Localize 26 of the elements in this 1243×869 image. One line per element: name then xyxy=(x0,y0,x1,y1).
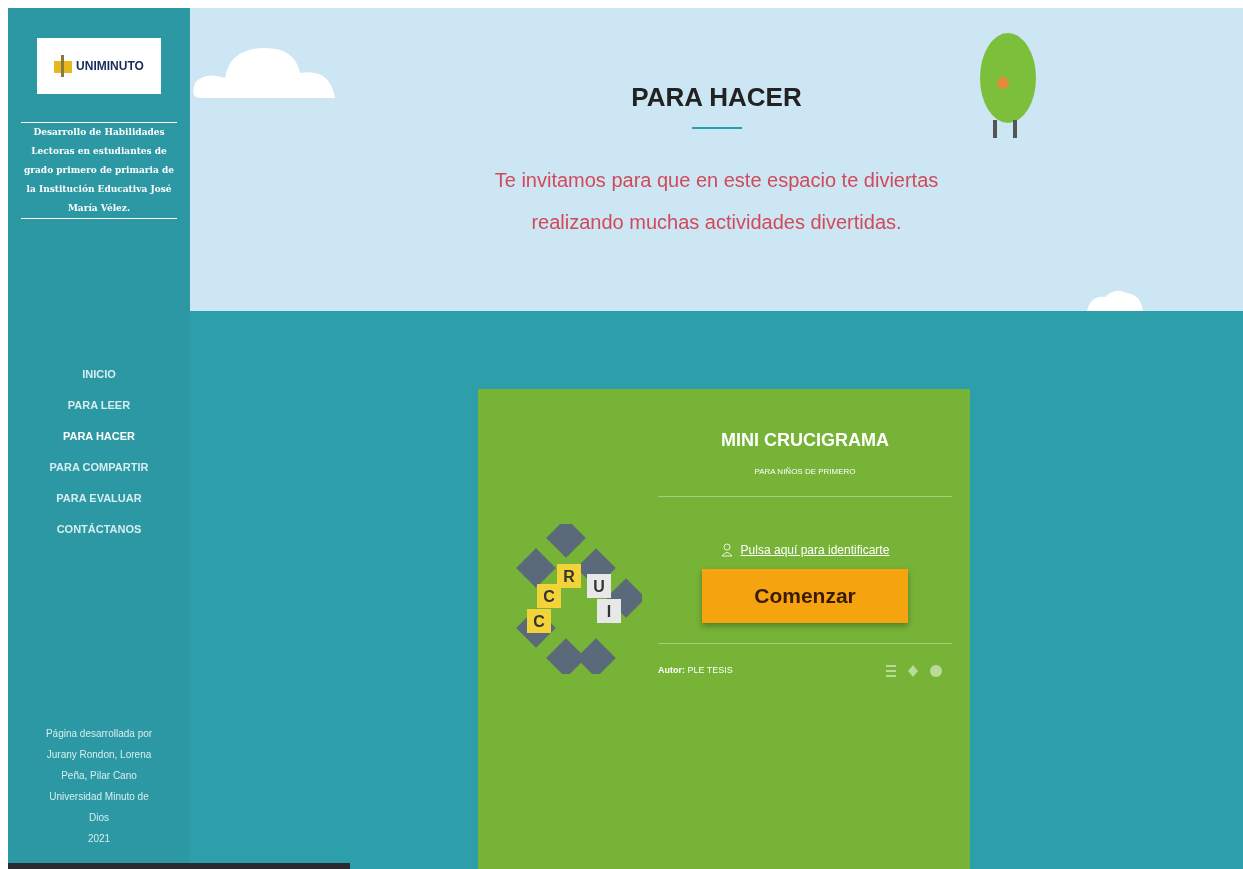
diamond-icon[interactable] xyxy=(908,664,918,677)
list-icon[interactable] xyxy=(886,664,896,677)
logo-text: UNIMINUTO xyxy=(76,58,144,75)
page-subtitle: Te invitamos para que en este espacio te diviertas realizando muchas actividades divertidas. xyxy=(493,168,940,235)
credits-text: Peña, Pilar Cano xyxy=(61,769,137,783)
nav-link[interactable]: PARA LEER xyxy=(67,395,131,416)
activity-subtitle: PARA NIÑOS DE PRIMERO xyxy=(754,466,856,478)
credits-text: Dios xyxy=(89,811,109,825)
site-title: Desarrollo de Habilidades Lectoras en estudiantes de grado primero de primaria de la Institución Educativa José María Vélez. xyxy=(23,126,175,215)
credits-text: Página desarrollada por xyxy=(45,727,153,741)
nav-link[interactable]: INICIO xyxy=(82,364,116,385)
nav-link[interactable]: PARA HACER xyxy=(62,426,136,447)
credits-text: Jurany Rondon, Lorena xyxy=(46,748,152,762)
page-title: PARA HACER xyxy=(631,81,802,114)
user-icon xyxy=(720,543,733,557)
activity-title: MINI CRUCIGRAMA xyxy=(721,429,889,452)
logo-emblem-icon xyxy=(54,55,73,77)
nav-link[interactable]: CONTÁCTANOS xyxy=(56,519,142,540)
crossword-logo-drawing: C R U I C xyxy=(512,524,642,674)
nav-link[interactable]: PARA EVALUAR xyxy=(56,488,142,509)
nav-link[interactable]: PARA COMPARTIR xyxy=(49,457,149,478)
login-link[interactable]: Pulsa aquí para identificarte xyxy=(740,541,890,559)
credits-text: 2021 xyxy=(87,832,111,846)
author-text: Autor: PLE TESIS xyxy=(658,664,733,677)
start-button[interactable]: Comenzar xyxy=(702,569,908,623)
credits-text: Universidad Minuto de xyxy=(49,790,149,804)
